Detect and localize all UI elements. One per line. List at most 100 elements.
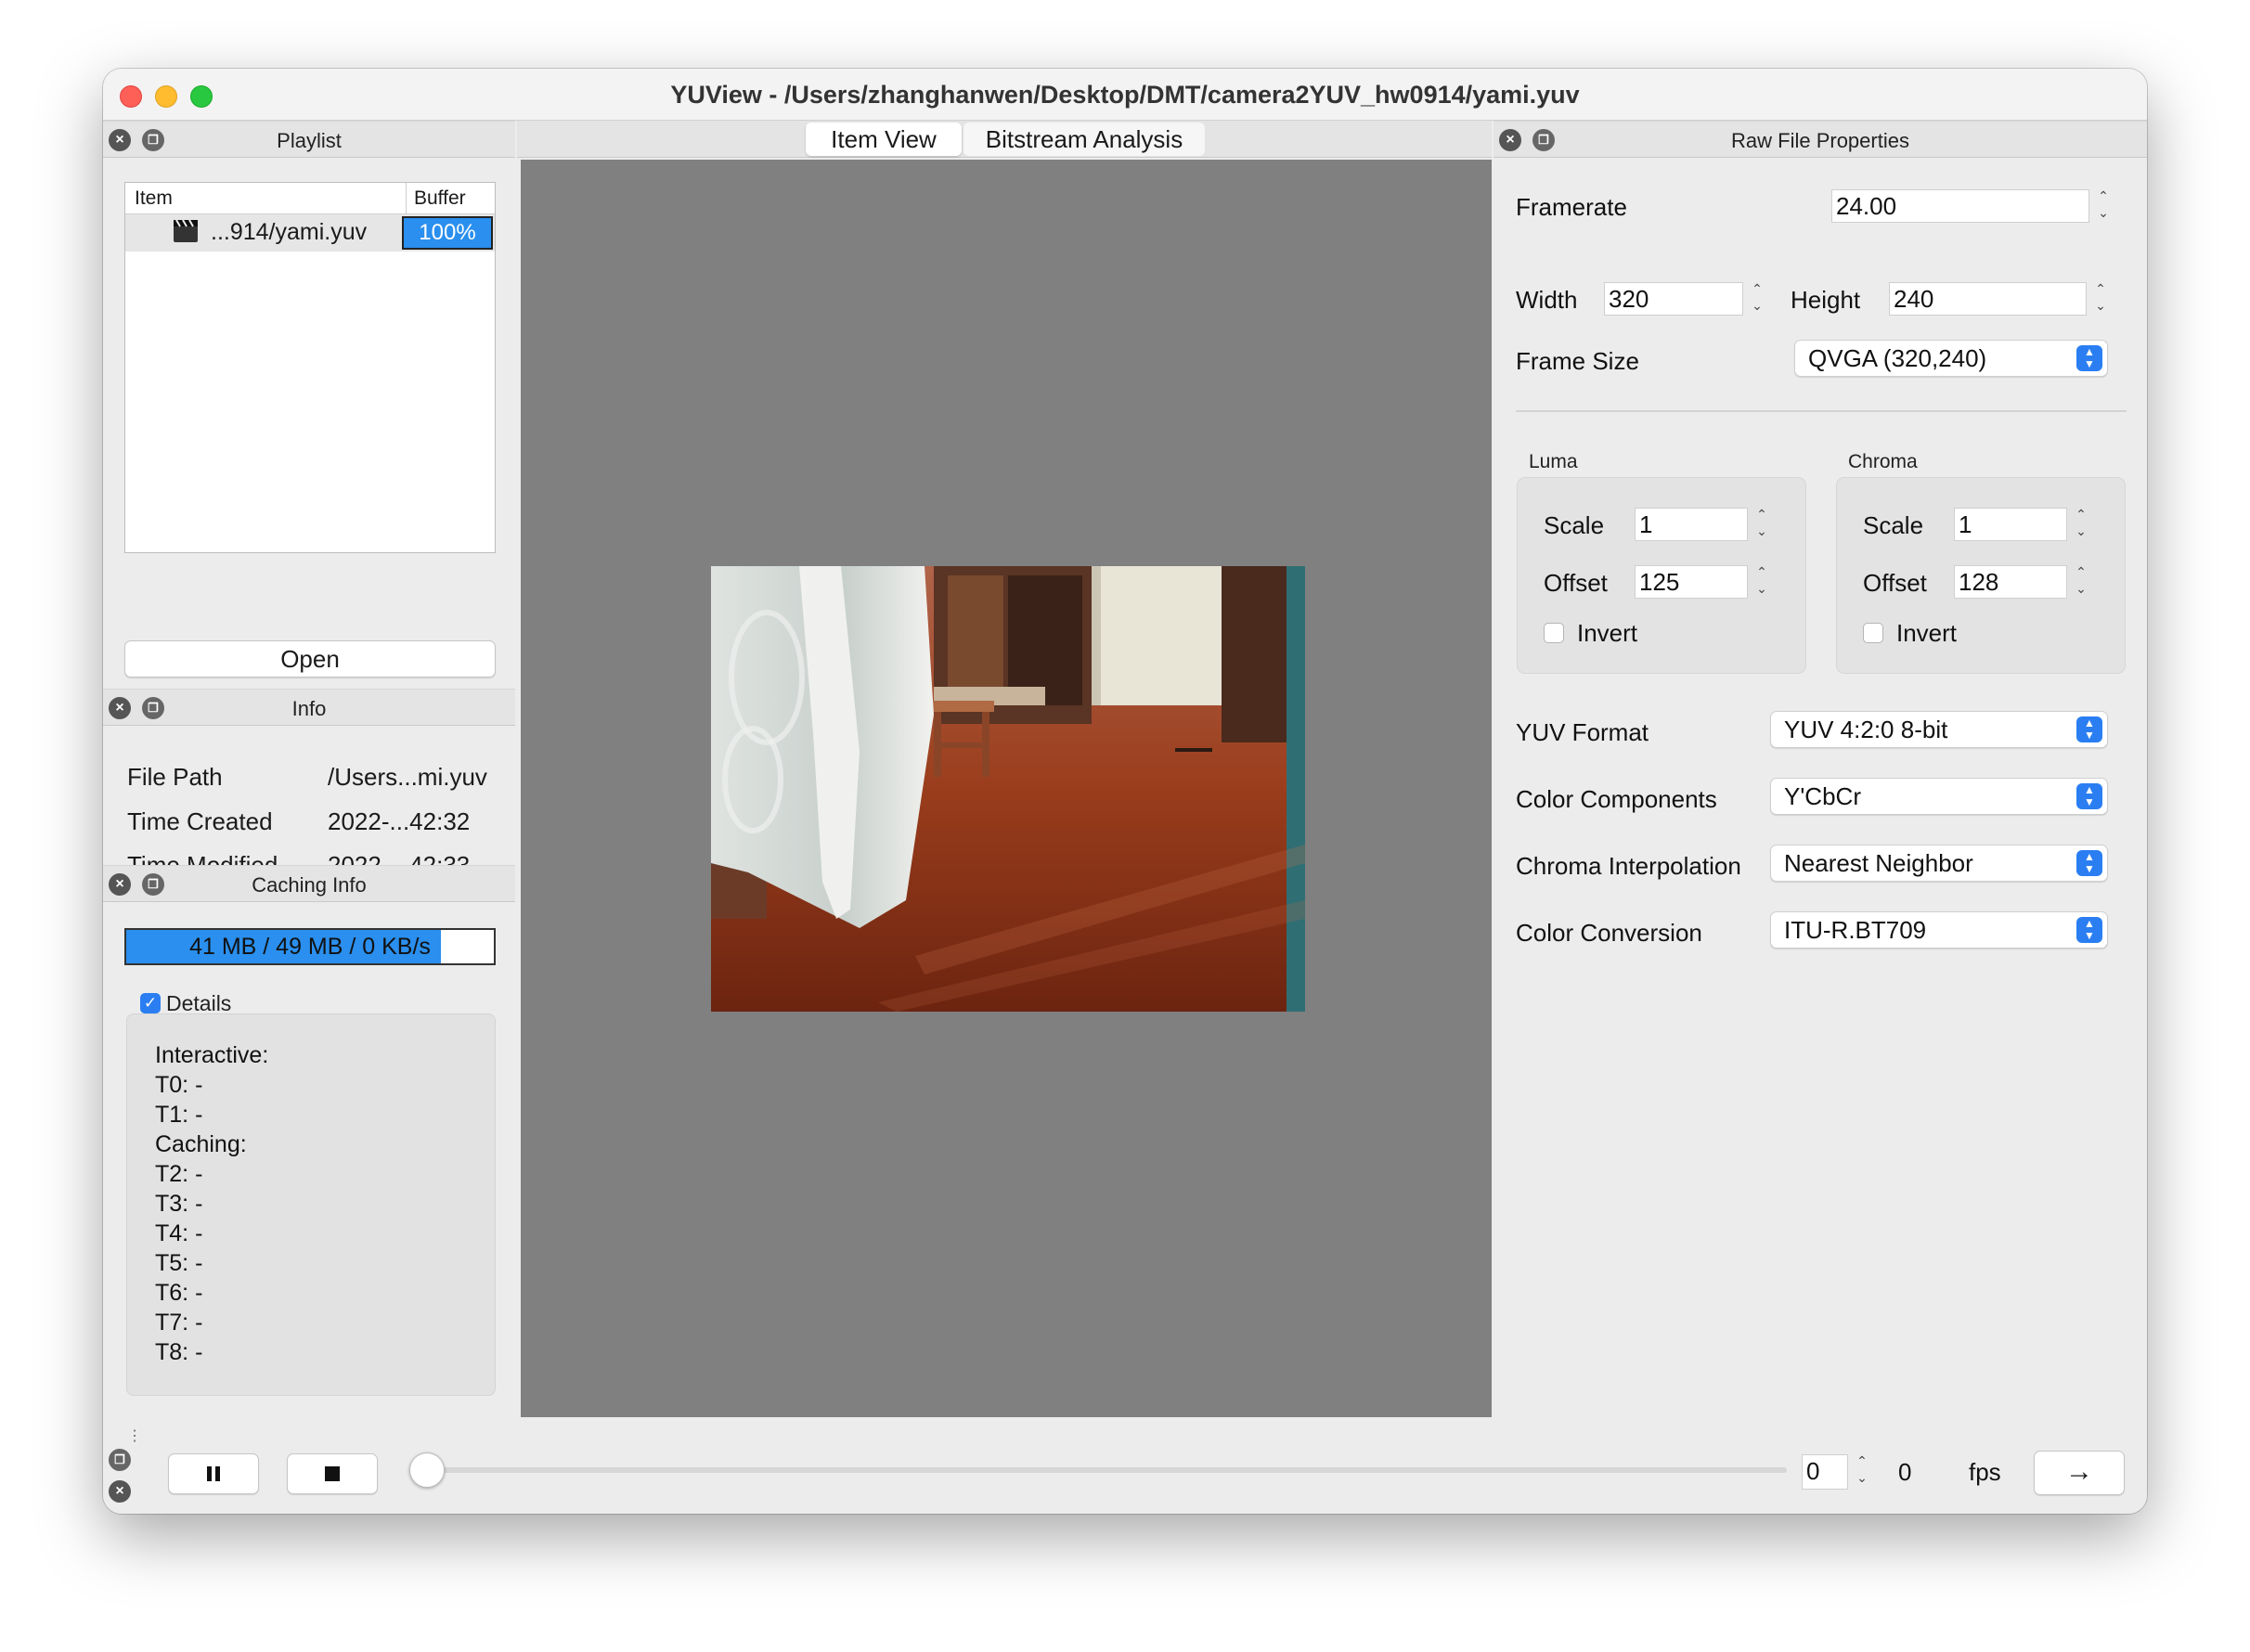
details-line: T4: - bbox=[155, 1220, 203, 1246]
pause-button[interactable] bbox=[168, 1453, 259, 1494]
playlist-title: Playlist bbox=[277, 129, 342, 152]
tab-bitstream-analysis[interactable]: Bitstream Analysis bbox=[963, 123, 1205, 156]
details-line: Caching: bbox=[155, 1131, 247, 1157]
details-label: Details bbox=[166, 991, 232, 1015]
yuv-format-select[interactable]: YUV 4:2:0 8-bit ▲ ▼ bbox=[1770, 711, 2108, 748]
luma-offset-label: Offset bbox=[1544, 569, 1608, 597]
width-label: Width bbox=[1516, 286, 1578, 314]
width-stepper[interactable]: ⌃ ⌄ bbox=[1747, 280, 1767, 317]
chevron-updown-icon: ▲ ▼ bbox=[2076, 716, 2102, 742]
width-field[interactable]: 320 bbox=[1604, 282, 1743, 316]
yuv-format-value: YUV 4:2:0 8-bit bbox=[1784, 716, 1948, 743]
details-line: T8: - bbox=[155, 1339, 203, 1365]
info-key: File Path bbox=[127, 763, 223, 791]
framerate-stepper[interactable]: ⌃ ⌄ bbox=[2093, 187, 2114, 225]
frame-slider-knob[interactable] bbox=[409, 1452, 445, 1488]
playlist-item[interactable]: ...914/yami.yuv 100% bbox=[125, 214, 495, 252]
chroma-scale-stepper[interactable]: ⌃ ⌄ bbox=[2071, 506, 2091, 543]
yuv-format-label: YUV Format bbox=[1516, 718, 1649, 746]
color-components-value: Y'CbCr bbox=[1784, 782, 1861, 810]
fps-value: 0 bbox=[1898, 1458, 1912, 1486]
chroma-title: Chroma bbox=[1848, 451, 1918, 472]
caching-dock-header: × ❐ Caching Info bbox=[103, 865, 515, 902]
stop-button[interactable] bbox=[287, 1453, 378, 1494]
cache-progress-bar: 41 MB / 49 MB / 0 KB/s bbox=[124, 928, 496, 965]
buffer-indicator: 100% bbox=[402, 216, 493, 250]
column-buffer-header[interactable]: Buffer bbox=[406, 183, 466, 214]
details-line: T6: - bbox=[155, 1280, 203, 1306]
fps-label: fps bbox=[1969, 1458, 2001, 1486]
color-conversion-select[interactable]: ITU-R.BT709 ▲ ▼ bbox=[1770, 911, 2108, 949]
title-bar: YUView - /Users/zhanghanwen/Desktop/DMT/… bbox=[103, 69, 2147, 121]
chevron-updown-icon: ▲ ▼ bbox=[2076, 917, 2102, 943]
info-panel: File Path /Users...mi.yuv Time Created 2… bbox=[103, 726, 515, 865]
close-icon[interactable]: × bbox=[109, 1480, 131, 1503]
details-line: T7: - bbox=[155, 1310, 203, 1336]
drag-handle-icon[interactable]: ⋮ bbox=[127, 1426, 142, 1445]
frame-slider-track[interactable] bbox=[419, 1467, 1787, 1473]
frame-number-field[interactable]: 0 bbox=[1802, 1454, 1848, 1490]
chroma-interpolation-select[interactable]: Nearest Neighbor ▲ ▼ bbox=[1770, 845, 2108, 882]
luma-title: Luma bbox=[1529, 451, 1578, 472]
color-components-label: Color Components bbox=[1516, 785, 1717, 813]
chevron-updown-icon: ▲ ▼ bbox=[2076, 850, 2102, 876]
chroma-invert-checkbox[interactable] bbox=[1863, 623, 1883, 643]
height-label: Height bbox=[1791, 286, 1861, 314]
video-frame bbox=[711, 566, 1305, 1012]
frame-size-select[interactable]: QVGA (320,240) ▲ ▼ bbox=[1794, 340, 2108, 377]
playlist-dock-header: × ❐ Playlist bbox=[103, 121, 515, 158]
framerate-label: Framerate bbox=[1516, 193, 1627, 221]
framerate-field[interactable]: 24.00 bbox=[1831, 189, 2089, 223]
frame-size-value: QVGA (320,240) bbox=[1808, 344, 1987, 372]
video-clapper-icon bbox=[174, 219, 198, 242]
video-viewer[interactable] bbox=[521, 160, 1492, 1417]
info-key: Time Modified bbox=[127, 851, 278, 865]
playlist-tree[interactable]: Item Buffer ...914/yami.yuv 100% bbox=[124, 182, 496, 553]
separator bbox=[1516, 410, 2127, 412]
column-item-header[interactable]: Item bbox=[135, 187, 173, 210]
color-conversion-label: Color Conversion bbox=[1516, 919, 1702, 947]
repeat-mode-button[interactable]: → bbox=[2034, 1451, 2125, 1495]
chroma-interpolation-value: Nearest Neighbor bbox=[1784, 849, 1973, 877]
height-stepper[interactable]: ⌃ ⌄ bbox=[2090, 280, 2111, 317]
tab-item-view[interactable]: Item View bbox=[806, 123, 962, 156]
chroma-offset-field[interactable]: 128 bbox=[1954, 565, 2067, 599]
luma-scale-stepper[interactable]: ⌃ ⌄ bbox=[1752, 506, 1772, 543]
details-checkbox[interactable]: ✓ bbox=[140, 993, 161, 1013]
chroma-interpolation-label: Chroma Interpolation bbox=[1516, 852, 1741, 880]
window-title: YUView - /Users/zhanghanwen/Desktop/DMT/… bbox=[670, 81, 1580, 109]
chroma-invert-label: Invert bbox=[1896, 619, 1958, 647]
cache-progress-text: 41 MB / 49 MB / 0 KB/s bbox=[189, 934, 431, 960]
height-field[interactable]: 240 bbox=[1889, 282, 2087, 316]
playlist-header: Item Buffer bbox=[125, 183, 495, 214]
frame-size-label: Frame Size bbox=[1516, 347, 1639, 375]
chevron-updown-icon: ▲ ▼ bbox=[2076, 783, 2102, 809]
luma-offset-stepper[interactable]: ⌃ ⌄ bbox=[1752, 563, 1772, 600]
stop-icon bbox=[325, 1466, 340, 1481]
chroma-offset-stepper[interactable]: ⌃ ⌄ bbox=[2071, 563, 2091, 600]
properties-dock-header: × ❐ Raw File Properties bbox=[1494, 121, 2147, 158]
chroma-offset-label: Offset bbox=[1863, 569, 1927, 597]
info-value: /Users...mi.yuv bbox=[328, 763, 487, 791]
info-dock-header: × ❐ Info bbox=[103, 689, 515, 726]
luma-offset-field[interactable]: 125 bbox=[1635, 565, 1748, 599]
playlist-item-name: ...914/yami.yuv bbox=[211, 219, 368, 245]
app-window: YUView - /Users/zhanghanwen/Desktop/DMT/… bbox=[103, 69, 2147, 1514]
details-line: T5: - bbox=[155, 1250, 203, 1276]
luma-invert-checkbox[interactable] bbox=[1544, 623, 1564, 643]
float-dock-icon[interactable]: ❐ bbox=[109, 1449, 131, 1471]
info-title: Info bbox=[291, 697, 327, 720]
luma-scale-field[interactable]: 1 bbox=[1635, 508, 1748, 541]
color-conversion-value: ITU-R.BT709 bbox=[1784, 916, 1927, 944]
color-components-select[interactable]: Y'CbCr ▲ ▼ bbox=[1770, 778, 2108, 815]
caching-title: Caching Info bbox=[252, 873, 367, 897]
chroma-scale-field[interactable]: 1 bbox=[1954, 508, 2067, 541]
playback-toolbar: ⋮ ❐ × 0 ⌃ ⌄ 0 fps → bbox=[103, 1421, 2147, 1514]
frame-number-stepper[interactable]: ⌃ ⌄ bbox=[1852, 1452, 1872, 1490]
info-value: 2022-...42:32 bbox=[328, 807, 471, 835]
chroma-scale-label: Scale bbox=[1863, 511, 1924, 539]
luma-scale-label: Scale bbox=[1544, 511, 1605, 539]
open-button[interactable]: Open bbox=[124, 640, 496, 678]
chroma-group: Scale 1 ⌃ ⌄ Offset 128 ⌃ ⌄ Invert bbox=[1836, 477, 2126, 674]
caching-details: Interactive: T0: - T1: - Caching: T2: - … bbox=[126, 1013, 496, 1396]
